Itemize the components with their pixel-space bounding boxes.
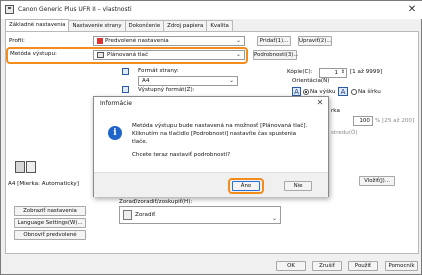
tab-finishing[interactable]: Dokončenie bbox=[124, 20, 165, 31]
settings-preview-icon[interactable] bbox=[26, 161, 36, 173]
profile-icon bbox=[97, 37, 103, 44]
ok-button[interactable]: OK bbox=[276, 261, 306, 271]
cancel-button[interactable]: Zrušiť bbox=[312, 261, 342, 271]
manual-scale-label: stredu(Ó) bbox=[331, 130, 358, 136]
output-size-icon bbox=[122, 86, 129, 93]
copies-value: 1 bbox=[334, 70, 338, 76]
edit-profile-button[interactable]: Upraviť(2)... bbox=[298, 36, 332, 46]
scale-value: 100 bbox=[359, 118, 370, 124]
dialog-title: Informácie bbox=[100, 100, 132, 107]
landscape-label: Na šírku bbox=[358, 89, 381, 95]
collate-icon bbox=[123, 209, 132, 220]
details-button[interactable]: Podrobnosti(3)... bbox=[253, 50, 299, 60]
scale-label: rka bbox=[331, 108, 340, 114]
layout-value: Zoradiť bbox=[135, 212, 156, 218]
yes-button[interactable]: Áno bbox=[232, 181, 260, 191]
preview-caption: A4 [Mierka: Automaticky] bbox=[8, 181, 79, 187]
portrait-letter-icon: A bbox=[292, 87, 301, 96]
profile-value: Predvolené nastavenia bbox=[105, 38, 169, 44]
window-title: Canon Generic Plus UFR II – vlastnosti bbox=[18, 6, 132, 13]
profile-label: Profil: bbox=[9, 38, 25, 44]
tab-page-setup[interactable]: Nastavenie strany bbox=[68, 20, 126, 31]
layout-select[interactable]: Zoradiť ⌄ bbox=[119, 206, 281, 224]
no-button[interactable]: Nie bbox=[284, 181, 312, 191]
chevron-down-icon: ⌄ bbox=[235, 37, 241, 44]
dialog-footer: Áno Nie bbox=[94, 172, 328, 197]
output-size-label: Výstupný formát(Z): bbox=[138, 87, 195, 93]
layout-label: Zoraď/zoradiť/zoskupiť(H): bbox=[119, 199, 193, 205]
portrait-radio[interactable] bbox=[303, 89, 309, 95]
chevron-down-icon: ⌄ bbox=[271, 215, 277, 222]
tab-basic-settings[interactable]: Základné nastavenia bbox=[5, 19, 70, 31]
title-bar: Canon Generic Plus UFR II – vlastnosti ✕ bbox=[1, 1, 422, 19]
page-size-icon bbox=[122, 68, 129, 75]
language-settings-button[interactable]: Language Settings(W)... bbox=[14, 218, 86, 228]
dialog-title-bar: Informácie ✕ bbox=[94, 97, 328, 109]
printer-app-icon bbox=[5, 5, 14, 14]
dialog-message-line-2: Kliknutím na tlačidlo [Podrobnosti] nast… bbox=[132, 131, 297, 137]
portrait-label: Na výšku bbox=[310, 89, 336, 95]
scale-input[interactable]: 100 bbox=[353, 116, 373, 126]
dialog-close-button[interactable]: ✕ bbox=[314, 97, 326, 109]
restore-defaults-button[interactable]: Obnoviť predvolené bbox=[14, 230, 86, 240]
copies-range: [1 až 9999] bbox=[350, 69, 383, 75]
help-button[interactable]: Pomocník bbox=[385, 261, 418, 271]
apply-button[interactable]: Použiť bbox=[348, 261, 378, 271]
chevron-down-icon[interactable]: ⌄ bbox=[236, 51, 241, 59]
printer-properties-window: Canon Generic Plus UFR II – vlastnosti ✕… bbox=[0, 0, 422, 275]
window-close-button[interactable]: ✕ bbox=[405, 3, 419, 16]
scale-range: % [25 až 200] bbox=[375, 118, 415, 124]
tab-paper-source[interactable]: Zdroj papiera bbox=[163, 20, 208, 31]
profile-select[interactable]: Predvolené nastavenia ⌄ bbox=[93, 36, 245, 46]
page-preview-icon[interactable] bbox=[15, 161, 25, 173]
dialog-message-line-3: tlače. bbox=[132, 139, 148, 145]
tab-quality[interactable]: Kvalita bbox=[206, 20, 233, 31]
landscape-radio[interactable] bbox=[351, 89, 357, 95]
preview-buttons bbox=[15, 161, 37, 175]
orientation-label: Orientácia(N) bbox=[292, 78, 330, 84]
add-profile-button[interactable]: Pridať(1)... bbox=[257, 36, 291, 46]
output-method-value: Plánovaná tlač bbox=[107, 52, 149, 58]
copies-input[interactable]: 1 ⇕ bbox=[319, 68, 347, 78]
chevron-down-icon: ⌄ bbox=[228, 77, 234, 84]
printer-icon bbox=[97, 51, 104, 58]
copies-label: Kópie(C): bbox=[287, 69, 313, 75]
page-size-value: A4 bbox=[142, 78, 150, 84]
output-method-select[interactable]: Plánovaná tlač ⌄ bbox=[93, 50, 245, 60]
landscape-letter-icon: A bbox=[338, 87, 348, 96]
page-size-select[interactable]: A4 ⌄ bbox=[138, 76, 238, 86]
info-icon: i bbox=[108, 126, 122, 140]
dialog-question: Chcete teraz nastaviť podrobnosti? bbox=[132, 152, 231, 158]
information-dialog: Informácie ✕ i Metóda výstupu bude nasta… bbox=[93, 96, 329, 197]
show-settings-button[interactable]: Zobraziť nastavenia bbox=[14, 206, 86, 216]
dialog-message: Metóda výstupu bude nastavená na možnosť… bbox=[132, 122, 307, 146]
dialog-message-line-1: Metóda výstupu bude nastavená na možnosť… bbox=[132, 123, 308, 129]
page-size-label: Formát strany: bbox=[138, 68, 179, 74]
tab-strip: Základné nastavenia Nastavenie strany Do… bbox=[5, 19, 233, 31]
spinner-icon[interactable]: ⇕ bbox=[341, 68, 345, 76]
output-method-label: Metóda výstupu: bbox=[10, 51, 57, 57]
watermark-insert-button[interactable]: Vložiť(J)... bbox=[359, 176, 395, 186]
